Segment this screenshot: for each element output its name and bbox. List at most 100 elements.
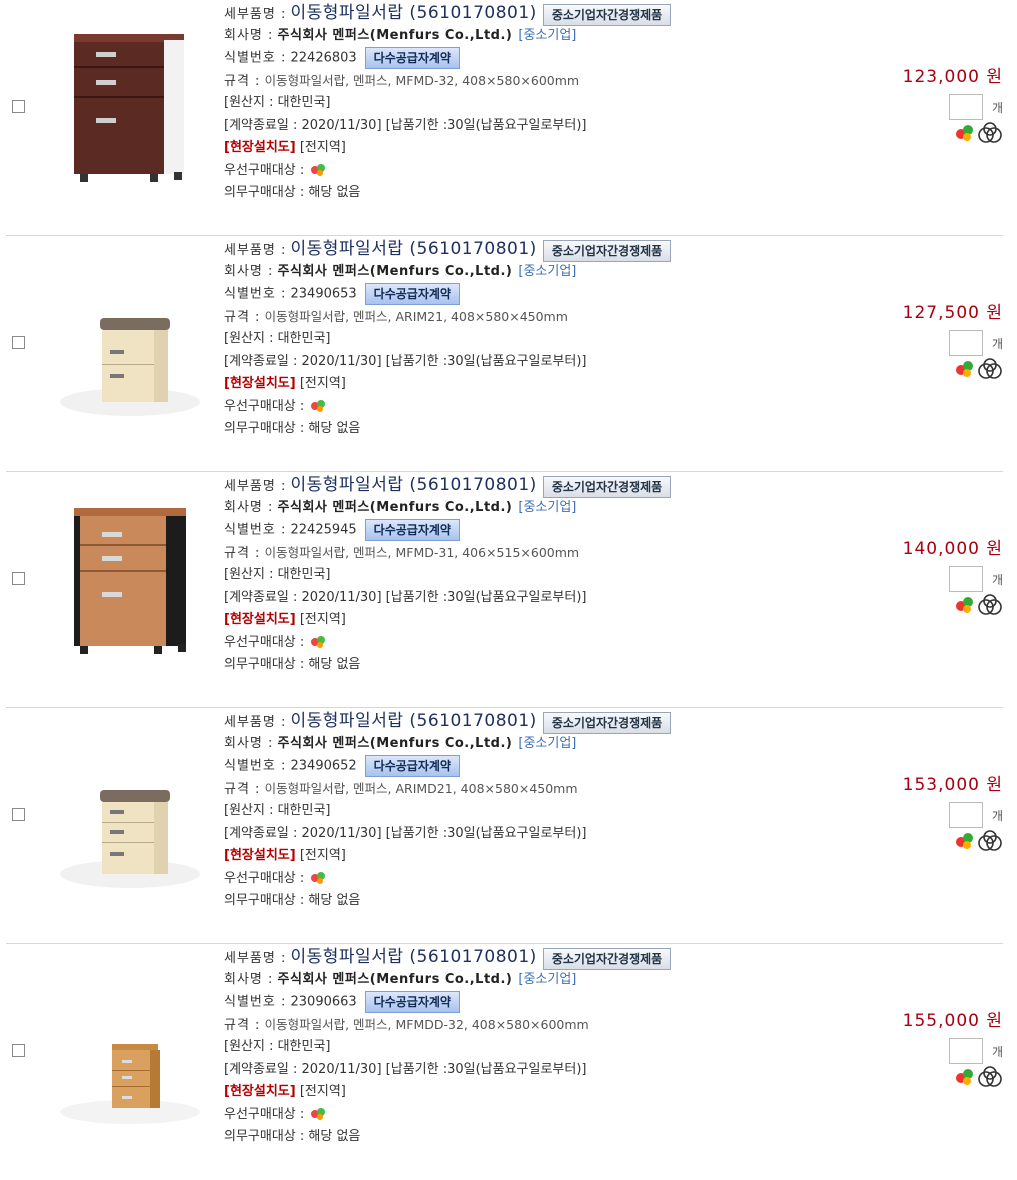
company-name[interactable]: 주식회사 멘퍼스(Menfurs Co.,Ltd.)	[278, 264, 513, 279]
unit-label: 개	[991, 100, 1003, 115]
mandatory-text: 의무구매대상 : 해당 없음	[224, 185, 361, 200]
select-checkbox[interactable]	[12, 1044, 25, 1057]
product-spec: 이동형파일서랍, 멘퍼스, ARIM21, 408×580×450mm	[264, 308, 568, 324]
price: 153,000 원	[902, 775, 1003, 795]
mandatory-text: 의무구매대상 : 해당 없음	[224, 893, 361, 908]
contract-end-text: [계약종료일 : 2020/11/30]	[224, 1061, 382, 1077]
priority-label: 우선구매대상 :	[224, 162, 305, 178]
detail-name-label: 세부품명 :	[224, 951, 287, 966]
product-spec: 이동형파일서랍, 멘퍼스, MFMD-32, 408×580×600mm	[264, 72, 580, 88]
detail-name-label: 세부품명 :	[224, 479, 287, 494]
install-link[interactable]: [현장설치도]	[224, 848, 296, 863]
eco-leaf-icon	[311, 400, 326, 412]
company-label: 회사명 :	[224, 27, 274, 43]
competition-badge: 중소기업자간경쟁제품	[542, 239, 672, 262]
product-name[interactable]: 이동형파일서랍 (5610170801)	[291, 239, 537, 259]
certification-icon[interactable]	[977, 1066, 1003, 1088]
quantity-input[interactable]	[949, 566, 983, 592]
id-label: 식별번호 :	[224, 50, 287, 66]
certification-icon[interactable]	[977, 358, 1003, 380]
price: 155,000 원	[902, 1011, 1003, 1031]
price: 123,000 원	[902, 67, 1003, 87]
product-image[interactable]	[50, 22, 210, 192]
select-checkbox[interactable]	[12, 808, 25, 821]
contract-end-text: [계약종료일 : 2020/11/30]	[224, 589, 382, 605]
eco-leaf-icon	[311, 164, 326, 176]
unit-label: 개	[991, 572, 1003, 587]
multi-supplier-badge[interactable]: 다수공급자계약	[364, 47, 460, 69]
competition-badge: 중소기업자간경쟁제품	[542, 475, 672, 498]
company-label: 회사명 :	[224, 499, 274, 515]
multi-supplier-badge[interactable]: 다수공급자계약	[364, 283, 460, 305]
certification-icon[interactable]	[977, 830, 1003, 852]
eco-leaf-icon	[311, 1108, 326, 1120]
product-id: 23490652	[290, 758, 357, 774]
product-row: 세부품명 : 이동형파일서랍 (5610170801) 중소기업자간경쟁제품 회사…	[6, 0, 1003, 236]
contract-end-text: [계약종료일 : 2020/11/30]	[224, 117, 382, 133]
origin-text: [원산지 : 대한민국]	[224, 567, 331, 582]
id-label: 식별번호 :	[224, 994, 287, 1010]
product-list: 세부품명 : 이동형파일서랍 (5610170801) 중소기업자간경쟁제품 회사…	[0, 0, 1017, 1180]
spec-label: 규격 :	[224, 1017, 261, 1033]
product-spec: 이동형파일서랍, 멘퍼스, MFMD-31, 406×515×600mm	[264, 544, 580, 560]
eco-leaf-icon[interactable]	[953, 1066, 977, 1088]
company-label: 회사명 :	[224, 735, 274, 751]
product-name[interactable]: 이동형파일서랍 (5610170801)	[291, 947, 537, 967]
certification-icon[interactable]	[977, 594, 1003, 616]
quantity-input[interactable]	[949, 802, 983, 828]
unit-label: 개	[991, 808, 1003, 823]
product-image[interactable]	[50, 966, 210, 1136]
spec-label: 규격 :	[224, 73, 261, 89]
product-image[interactable]	[50, 258, 210, 428]
product-id: 23090663	[290, 994, 357, 1010]
spec-label: 규격 :	[224, 309, 261, 325]
company-name[interactable]: 주식회사 멘퍼스(Menfurs Co.,Ltd.)	[278, 736, 513, 751]
origin-text: [원산지 : 대한민국]	[224, 803, 331, 818]
eco-leaf-icon[interactable]	[953, 358, 977, 380]
spec-label: 규격 :	[224, 545, 261, 561]
eco-leaf-icon[interactable]	[953, 594, 977, 616]
product-row: 세부품명 : 이동형파일서랍 (5610170801) 중소기업자간경쟁제품 회사…	[6, 708, 1003, 944]
select-checkbox[interactable]	[12, 100, 25, 113]
product-name[interactable]: 이동형파일서랍 (5610170801)	[291, 3, 537, 23]
sme-tag: [중소기업]	[518, 971, 577, 987]
eco-leaf-icon[interactable]	[953, 830, 977, 852]
install-link[interactable]: [현장설치도]	[224, 1084, 296, 1099]
company-name[interactable]: 주식회사 멘퍼스(Menfurs Co.,Ltd.)	[278, 500, 513, 515]
product-image[interactable]	[50, 730, 210, 900]
unit-label: 개	[991, 336, 1003, 351]
company-name[interactable]: 주식회사 멘퍼스(Menfurs Co.,Ltd.)	[278, 972, 513, 987]
id-label: 식별번호 :	[224, 522, 287, 538]
multi-supplier-badge[interactable]: 다수공급자계약	[364, 519, 460, 541]
priority-label: 우선구매대상 :	[224, 1106, 305, 1122]
price: 140,000 원	[902, 539, 1003, 559]
multi-supplier-badge[interactable]: 다수공급자계약	[364, 755, 460, 777]
quantity-input[interactable]	[949, 94, 983, 120]
product-id: 23490653	[290, 286, 357, 302]
detail-name-label: 세부품명 :	[224, 7, 287, 22]
product-name[interactable]: 이동형파일서랍 (5610170801)	[291, 475, 537, 495]
product-name[interactable]: 이동형파일서랍 (5610170801)	[291, 711, 537, 731]
install-area: [전지역]	[299, 140, 346, 155]
delivery-text: [납품기한 :30일(납품요구일로부터)]	[385, 353, 587, 369]
quantity-input[interactable]	[949, 330, 983, 356]
select-checkbox[interactable]	[12, 336, 25, 349]
eco-leaf-icon	[311, 872, 326, 884]
install-area: [전지역]	[299, 848, 346, 863]
install-link[interactable]: [현장설치도]	[224, 140, 296, 155]
install-link[interactable]: [현장설치도]	[224, 376, 296, 391]
certification-icon[interactable]	[977, 122, 1003, 144]
mandatory-text: 의무구매대상 : 해당 없음	[224, 1129, 361, 1144]
quantity-input[interactable]	[949, 1038, 983, 1064]
product-image[interactable]	[50, 494, 210, 664]
select-checkbox[interactable]	[12, 572, 25, 585]
delivery-text: [납품기한 :30일(납품요구일로부터)]	[385, 589, 587, 605]
detail-name-label: 세부품명 :	[224, 715, 287, 730]
contract-end-text: [계약종료일 : 2020/11/30]	[224, 825, 382, 841]
multi-supplier-badge[interactable]: 다수공급자계약	[364, 991, 460, 1013]
mandatory-text: 의무구매대상 : 해당 없음	[224, 657, 361, 672]
eco-leaf-icon[interactable]	[953, 122, 977, 144]
product-id: 22425945	[290, 522, 357, 538]
company-name[interactable]: 주식회사 멘퍼스(Menfurs Co.,Ltd.)	[278, 28, 513, 43]
install-link[interactable]: [현장설치도]	[224, 612, 296, 627]
